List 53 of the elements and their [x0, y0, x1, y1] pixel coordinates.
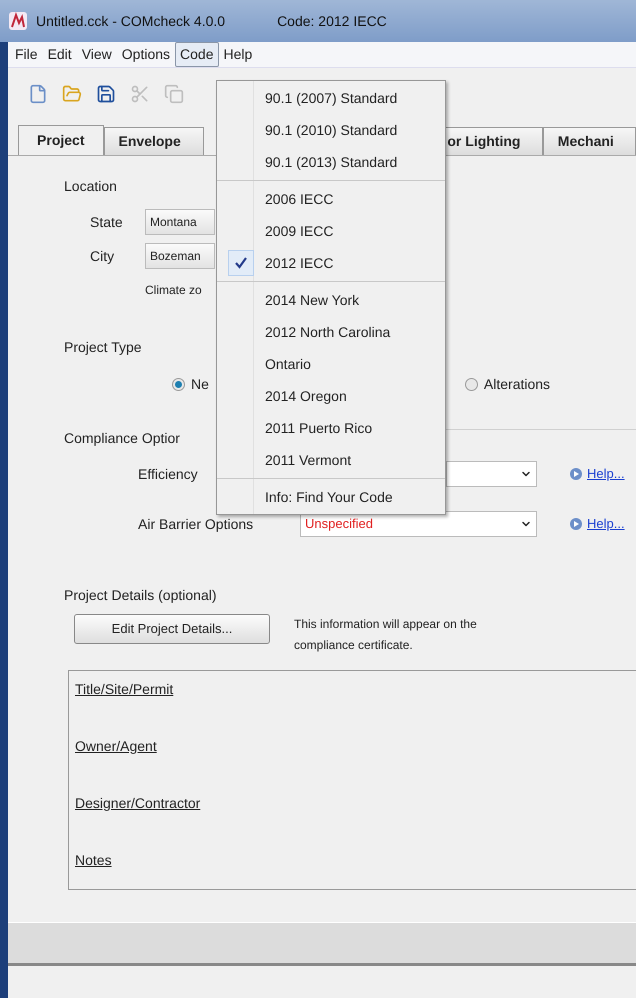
- option-select[interactable]: Unspecified: [300, 511, 537, 537]
- details-link[interactable]: Title/Site/Permit: [75, 679, 174, 700]
- menu-item[interactable]: View: [76, 42, 117, 67]
- menu-option[interactable]: 2011 Puerto Rico: [217, 412, 445, 444]
- radio-label: Alterations: [484, 374, 550, 394]
- help-icon: [569, 467, 583, 481]
- help-icon: [569, 517, 583, 531]
- app-icon: [8, 11, 28, 31]
- save-icon[interactable]: [96, 84, 116, 104]
- city-select[interactable]: Bozeman: [145, 243, 215, 269]
- section-title: Project Type: [64, 338, 143, 357]
- climate-zone-label: Climate zo: [145, 282, 203, 299]
- section-title: Project Details (optional): [64, 586, 218, 605]
- section-title: Location: [64, 177, 118, 196]
- tab[interactable]: Mechani: [542, 127, 636, 155]
- option-select[interactable]: [446, 461, 537, 487]
- menu-item[interactable]: Help: [218, 42, 258, 67]
- menu-item[interactable]: Options: [116, 42, 176, 67]
- field-label: State: [90, 212, 124, 232]
- details-link[interactable]: Owner/Agent: [75, 736, 157, 757]
- code-label: Code: 2012 IECC: [277, 12, 387, 30]
- state-select[interactable]: Montana: [145, 209, 215, 235]
- details-link[interactable]: Notes: [75, 850, 112, 871]
- menu-option[interactable]: Ontario: [217, 348, 445, 380]
- menu-item[interactable]: Code: [175, 42, 218, 67]
- menu-option[interactable]: Info: Find Your Code: [217, 481, 445, 513]
- menu-item[interactable]: File: [10, 42, 43, 67]
- radio-button[interactable]: [172, 378, 185, 390]
- menu-option[interactable]: 2012 IECC: [217, 247, 445, 279]
- radio-label: Ne: [191, 374, 209, 394]
- menu-option[interactable]: 2014 Oregon: [217, 380, 445, 412]
- details-link[interactable]: Designer/Contractor: [75, 793, 200, 814]
- menu-option[interactable]: 2011 Vermont: [217, 444, 445, 476]
- menu-option[interactable]: 2014 New York: [217, 284, 445, 316]
- edit-details-button[interactable]: Edit Project Details...: [74, 614, 270, 644]
- menu-option[interactable]: 2006 IECC: [217, 183, 445, 215]
- window-title: Untitled.cck - COMcheck 4.0.0: [36, 12, 226, 30]
- field-label: City: [90, 246, 116, 266]
- menu-option[interactable]: 90.1 (2007) Standard: [217, 82, 445, 114]
- menu-option[interactable]: 2012 North Carolina: [217, 316, 445, 348]
- folder-icon[interactable]: [62, 84, 82, 104]
- field-label: Air Barrier Options: [138, 514, 254, 534]
- tab[interactable]: Project: [18, 125, 104, 155]
- section-title: Compliance Optior: [64, 429, 180, 448]
- info-note: This information will appear on the compliance certificate.: [294, 616, 478, 654]
- menu-option[interactable]: 2009 IECC: [217, 215, 445, 247]
- new-document-icon[interactable]: [28, 84, 48, 104]
- help-link[interactable]: Help...: [587, 464, 625, 484]
- help-link[interactable]: Help...: [587, 514, 625, 534]
- tab[interactable]: Envelope: [104, 127, 204, 155]
- radio-button[interactable]: [464, 378, 478, 390]
- field-label: Efficiency: [138, 464, 199, 484]
- menu-item[interactable]: Edit: [42, 42, 77, 67]
